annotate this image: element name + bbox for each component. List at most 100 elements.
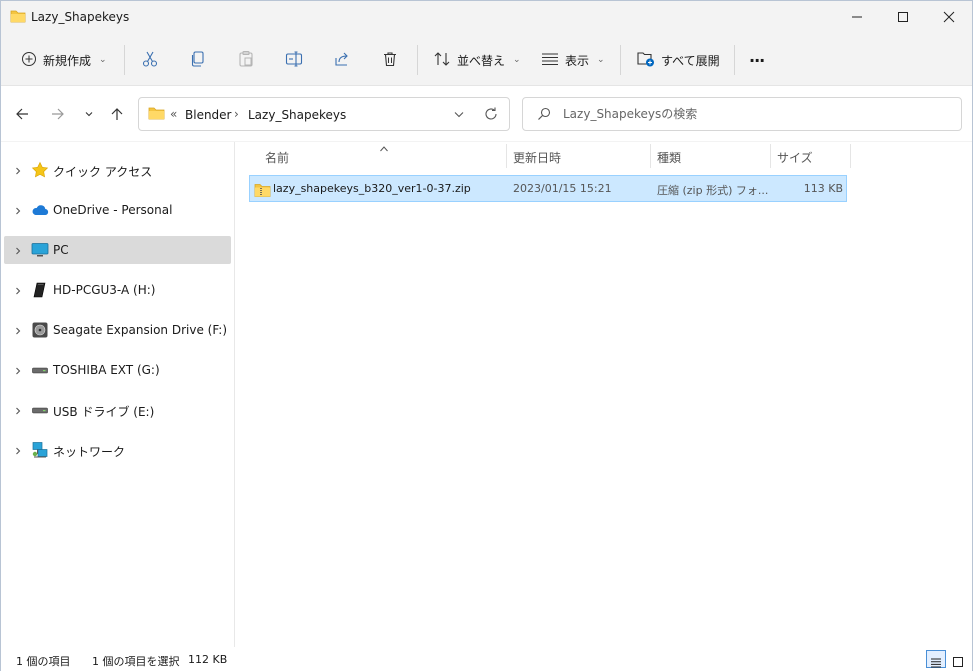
chevron-right-icon[interactable] <box>13 165 23 179</box>
nav-item-toshiba[interactable]: TOSHIBA EXT (G:) <box>4 356 231 384</box>
share-button[interactable] <box>333 45 351 75</box>
chevron-down-icon: ⌄ <box>99 55 107 65</box>
chevron-right-icon[interactable] <box>13 445 23 459</box>
chevron-right-icon[interactable] <box>13 365 23 379</box>
new-button[interactable]: 新規作成 ⌄ <box>21 45 107 75</box>
monitor-icon <box>31 241 49 259</box>
chevron-right-icon[interactable] <box>13 285 23 299</box>
breadcrumb-lazy-shapekeys[interactable]: Lazy_Shapekeys <box>248 108 346 122</box>
chevron-right-icon[interactable] <box>13 245 23 259</box>
status-bar: 1 個の項目 1 個の項目を選択 112 KB <box>1 647 972 671</box>
usb-drive-icon <box>31 401 49 419</box>
chevron-down-icon: ⌄ <box>597 55 605 65</box>
search-icon <box>537 107 551 124</box>
clipboard-icon <box>237 50 255 71</box>
file-list: 名前 更新日時 種類 サイズ lazy_shapekeys_b320_ver1-… <box>235 142 972 647</box>
column-type-label: 種類 <box>657 151 682 165</box>
column-header-size[interactable]: サイズ <box>777 142 849 170</box>
file-name: lazy_shapekeys_b320_ver1-0-37.zip <box>273 182 471 195</box>
expand-all-label: すべて展開 <box>661 53 720 68</box>
nav-item-network[interactable]: ネットワーク <box>4 436 231 464</box>
view-button[interactable]: 表示 ⌄ <box>541 45 605 75</box>
maximize-button[interactable] <box>880 1 926 33</box>
nav-label: Seagate Expansion Drive (F:) <box>53 323 228 337</box>
file-type: 圧縮 (zip 形式) フォ... <box>657 184 769 197</box>
nav-item-quick-access[interactable]: クイック アクセス <box>4 156 231 184</box>
column-modified-label: 更新日時 <box>513 151 562 165</box>
search-box[interactable] <box>522 97 962 131</box>
expand-all-button[interactable]: すべて展開 <box>637 45 720 75</box>
nav-item-seagate[interactable]: Seagate Expansion Drive (F:) <box>4 316 231 344</box>
chevron-right-icon[interactable] <box>13 405 23 419</box>
folder-icon <box>10 9 26 26</box>
file-modified: 2023/01/15 15:21 <box>513 182 612 195</box>
recent-locations-button[interactable] <box>78 104 100 126</box>
network-icon <box>31 441 49 459</box>
overflow-crumb[interactable]: « <box>170 107 177 121</box>
command-bar: 新規作成 ⌄ 並べ替え ⌄ 表示 ⌄ すべて展開 ··· <box>1 37 972 83</box>
view-label: 表示 <box>565 53 590 68</box>
chevron-right-icon[interactable] <box>13 205 23 219</box>
column-header-modified[interactable]: 更新日時 <box>513 142 649 170</box>
column-divider[interactable] <box>506 144 507 168</box>
column-header-type[interactable]: 種類 <box>657 142 769 170</box>
cut-button[interactable] <box>141 45 159 75</box>
forward-button[interactable] <box>47 104 69 126</box>
breadcrumb-separator[interactable]: › <box>234 107 239 121</box>
minimize-button[interactable] <box>834 1 880 33</box>
hard-drive-icon <box>31 321 49 339</box>
close-button[interactable] <box>926 1 972 33</box>
table-row[interactable]: lazy_shapekeys_b320_ver1-0-37.zip 2023/0… <box>249 175 847 202</box>
status-item-count: 1 個の項目 <box>16 655 71 668</box>
divider <box>124 45 125 75</box>
more-label: ··· <box>749 50 765 70</box>
plus-circle-icon <box>21 51 37 70</box>
divider <box>620 45 621 75</box>
nav-label: TOSHIBA EXT (G:) <box>53 363 160 377</box>
sort-button[interactable]: 並べ替え ⌄ <box>433 45 521 75</box>
status-selected: 1 個の項目を選択 <box>92 655 180 668</box>
paste-button[interactable] <box>237 45 255 75</box>
more-options-button[interactable]: ··· <box>749 45 765 75</box>
scissors-icon <box>141 50 159 71</box>
breadcrumb-blender[interactable]: Blender <box>185 108 232 122</box>
list-view-icon <box>541 52 559 69</box>
nav-item-onedrive[interactable]: OneDrive - Personal <box>4 196 231 224</box>
delete-button[interactable] <box>381 45 399 75</box>
status-selected-size: 112 KB <box>188 653 228 666</box>
expand-folder-icon <box>637 51 655 70</box>
file-size: 113 KB <box>803 182 843 195</box>
details-view-button[interactable] <box>926 650 946 668</box>
up-button[interactable] <box>106 104 128 126</box>
nav-item-hd-pcgu3[interactable]: HD-PCGU3-A (H:) <box>4 276 231 304</box>
nav-item-usb-drive[interactable]: USB ドライブ (E:) <box>4 396 231 424</box>
rename-button[interactable] <box>285 45 303 75</box>
nav-label: ネットワーク <box>53 445 126 459</box>
search-input[interactable] <box>563 98 953 130</box>
trash-icon <box>381 50 399 71</box>
column-divider[interactable] <box>770 144 771 168</box>
zip-folder-icon <box>254 182 271 201</box>
share-icon <box>333 50 351 71</box>
window-title: Lazy_Shapekeys <box>31 10 130 24</box>
column-divider[interactable] <box>850 144 851 168</box>
tiles-view-icon <box>952 656 964 671</box>
divider <box>734 45 735 75</box>
address-bar[interactable]: « Blender › Lazy_Shapekeys <box>138 97 510 131</box>
column-divider[interactable] <box>650 144 651 168</box>
copy-icon <box>189 50 207 71</box>
sort-icon <box>433 51 451 70</box>
tiles-view-button[interactable] <box>948 650 968 668</box>
title-bar[interactable]: Lazy_Shapekeys <box>1 1 972 33</box>
chevron-down-icon: ⌄ <box>513 55 521 65</box>
address-dropdown-button[interactable] <box>452 105 466 126</box>
column-header-name[interactable]: 名前 <box>265 142 505 170</box>
refresh-icon[interactable] <box>483 105 499 126</box>
address-row: « Blender › Lazy_Shapekeys <box>1 85 972 141</box>
copy-button[interactable] <box>189 45 207 75</box>
arrow-up-icon <box>110 107 124 124</box>
back-button[interactable] <box>11 104 33 126</box>
chevron-right-icon[interactable] <box>13 325 23 339</box>
nav-item-pc[interactable]: PC <box>4 236 231 264</box>
arrow-right-icon <box>51 107 65 124</box>
